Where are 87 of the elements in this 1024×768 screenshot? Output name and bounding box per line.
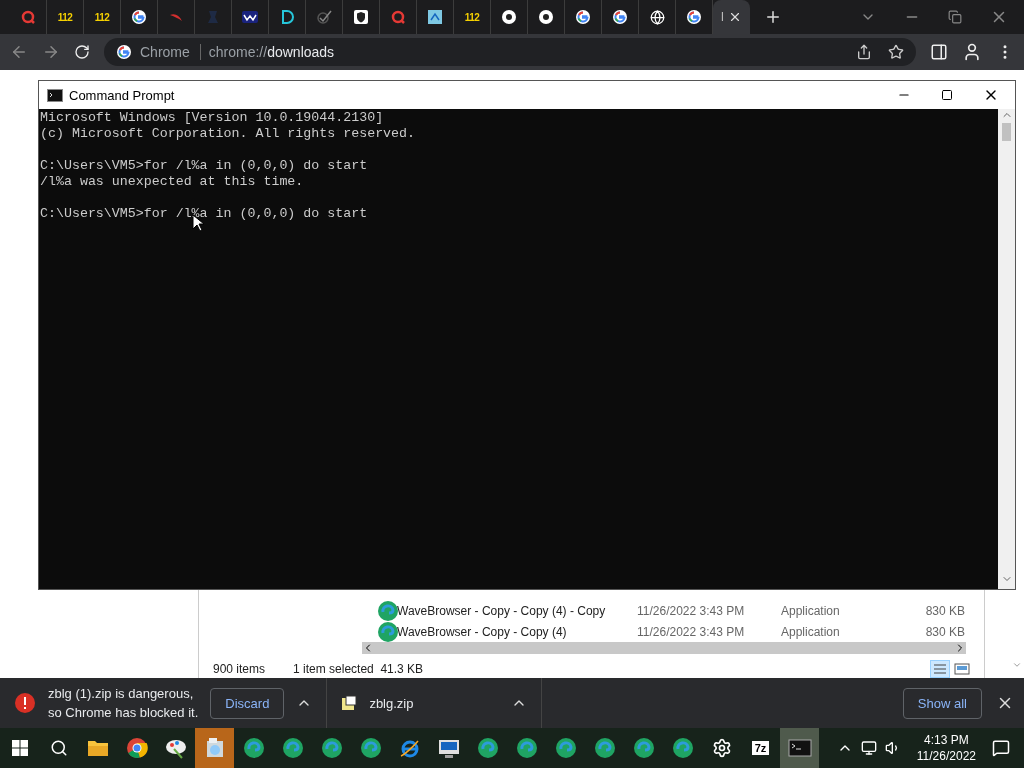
download-warning: zblg (1).zip is dangerous, so Chrome has blocked it.: [48, 685, 199, 722]
dark-figure-icon: [206, 9, 220, 25]
shield-icon: [353, 9, 369, 25]
google-icon: [131, 9, 147, 25]
google-icon: [575, 9, 591, 25]
horizontal-scrollbar[interactable]: [362, 642, 966, 654]
wave-icon: [241, 9, 259, 25]
file-size: 830 KB: [924, 625, 965, 639]
palette-icon: [163, 737, 188, 759]
file-type: Application: [781, 604, 841, 618]
vertical-scrollbar[interactable]: [998, 109, 1015, 589]
restore-icon[interactable]: [948, 10, 962, 24]
clock[interactable]: 4:13 PM 11/26/2022: [916, 732, 976, 764]
bookmark-star-icon[interactable]: [888, 44, 904, 60]
chrome-icon: [116, 44, 132, 60]
maximize-icon[interactable]: [941, 89, 953, 101]
arc-logo-icon: [279, 9, 295, 25]
file-name: WaveBrowser - Copy - Copy (4): [397, 625, 568, 639]
selection-info: 1 item selected 41.3 KB: [293, 662, 424, 676]
download-file-name[interactable]: zblg.zip: [369, 695, 500, 711]
url-text: chrome://downloads: [208, 44, 335, 60]
file-name: WaveBrowser - Copy - Copy (4) - Copy: [397, 604, 607, 618]
back-icon[interactable]: [10, 43, 28, 61]
edge-icon: [281, 737, 304, 759]
google-icon: [612, 9, 628, 25]
taskbar-app[interactable]: 7z: [741, 728, 780, 768]
terminal-icon: [787, 739, 812, 757]
edge-icon: [476, 737, 499, 759]
edge-icon: [515, 737, 538, 759]
chrome-icon: [538, 9, 554, 25]
folder-icon: [86, 739, 109, 757]
site-chip: Chrome: [140, 44, 201, 60]
console-app-icon: [47, 88, 63, 102]
search-icon[interactable]: [49, 739, 68, 757]
browser-tab[interactable]: I: [713, 0, 750, 34]
file-date: 11/26/2022 3:43 PM: [637, 604, 746, 618]
edge-icon: [320, 737, 343, 759]
reload-icon[interactable]: [74, 44, 90, 60]
edge-icon: [377, 600, 399, 622]
favicon-label: 112: [464, 11, 480, 23]
chrome-icon: [125, 737, 148, 759]
console-line: /l%a was unexpected at this time.: [40, 174, 305, 190]
file-type: Application: [781, 625, 841, 639]
notification-icon[interactable]: [992, 739, 1010, 757]
ring-icon: [20, 9, 36, 25]
file-date: 11/26/2022 3:43 PM: [637, 625, 746, 639]
discard-button[interactable]: Discard: [210, 687, 285, 719]
google-icon: [686, 9, 702, 25]
favicon-label: 112: [57, 11, 73, 23]
forward-icon[interactable]: [42, 43, 60, 61]
window-title: Command Prompt: [69, 87, 175, 103]
edge-icon: [632, 737, 655, 759]
tile-icon: [427, 9, 443, 25]
warning-icon: [14, 692, 36, 714]
monitor-app-icon: [436, 737, 461, 759]
check-icon: [316, 9, 332, 25]
side-panel-icon[interactable]: [930, 43, 948, 61]
new-tab-icon[interactable]: [764, 8, 782, 26]
thumbnail-view-icon[interactable]: [954, 660, 970, 678]
archive-app-label: 7z: [751, 741, 770, 755]
ring-icon: [390, 9, 406, 25]
profile-icon[interactable]: [962, 42, 982, 62]
edge-icon: [242, 737, 265, 759]
favicon-label: 112: [94, 11, 110, 23]
file-row[interactable]: WaveBrowser - Copy - Copy (4) - Copy 11/26/2022 3:43 PM Application 830 KB: [377, 600, 984, 621]
windows-start-icon[interactable]: [11, 740, 28, 756]
console-line: C:\Users\VM5>for /l%a in (0,0,0) do start: [40, 206, 369, 222]
file-size: 830 KB: [924, 604, 965, 618]
edge-icon: [671, 737, 694, 759]
edge-icon: [377, 621, 399, 643]
chrome-icon: [501, 9, 517, 25]
scroll-thumb[interactable]: [1002, 123, 1011, 141]
console-line: C:\Users\VM5>for /l%a in (0,0,0) do start: [40, 158, 369, 174]
zip-file-icon: [341, 695, 358, 711]
network-icon[interactable]: [860, 740, 877, 756]
address-bar[interactable]: Chrome chrome://downloads: [104, 38, 916, 66]
edge-icon: [554, 737, 577, 759]
show-all-button[interactable]: Show all: [902, 687, 982, 719]
share-icon[interactable]: [856, 44, 872, 60]
edge-icon: [359, 737, 382, 759]
edge-icon: [593, 737, 616, 759]
console-line: Microsoft Windows [Version 10.0.19044.2130]: [40, 110, 385, 126]
file-row[interactable]: WaveBrowser - Copy - Copy (4) 11/26/2022 3:43 PM Application 830 KB: [377, 621, 984, 642]
globe-icon: [649, 9, 665, 25]
settings-icon: [711, 738, 732, 758]
console-line: (c) Microsoft Corporation. All rights reserved.: [40, 126, 417, 142]
item-count: 900 items: [213, 662, 266, 676]
